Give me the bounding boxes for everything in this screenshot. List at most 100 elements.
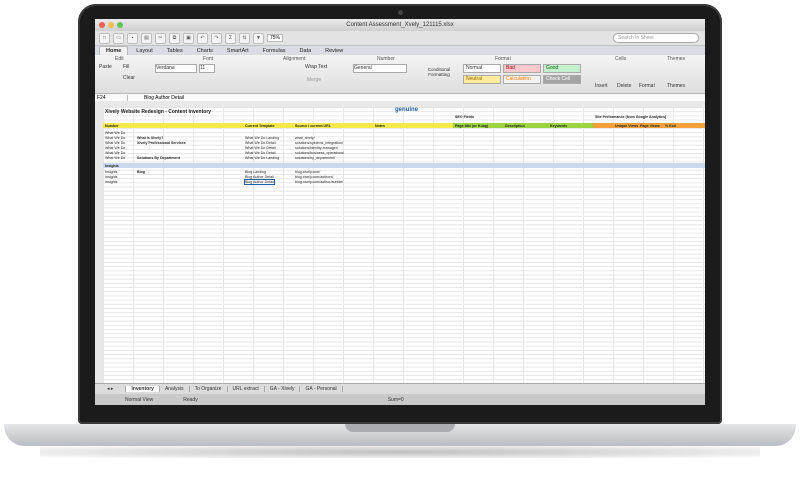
- row-cell[interactable]: What We Do: [105, 136, 125, 140]
- group-format: Format: [495, 56, 511, 62]
- clear-button[interactable]: Clear: [123, 75, 135, 81]
- tab-layout[interactable]: Layout: [130, 47, 159, 55]
- row-cell[interactable]: Blog Landing: [245, 170, 266, 174]
- cut-icon[interactable]: ✂: [155, 32, 166, 44]
- sheet-tab-inventory[interactable]: Inventory: [126, 386, 160, 392]
- fill-button[interactable]: Fill: [123, 64, 129, 70]
- cell-grid[interactable]: [103, 107, 705, 383]
- tab-review[interactable]: Review: [319, 47, 349, 55]
- performance-header: Site Performance (from Google Analytics): [595, 115, 667, 119]
- tab-tables[interactable]: Tables: [161, 47, 189, 55]
- new-icon[interactable]: □: [99, 32, 110, 44]
- sheet-tab-ga-xively[interactable]: GA - Xively: [265, 386, 301, 392]
- row-cell[interactable]: blog.xively.com/author/aurelie/: [295, 180, 343, 184]
- row-cell[interactable]: What We Do Detail: [245, 141, 276, 145]
- tab-smartart[interactable]: SmartArt: [221, 47, 255, 55]
- row-cell[interactable]: Insights: [105, 180, 117, 184]
- open-icon[interactable]: ▭: [113, 32, 124, 44]
- header-template: Current Template: [245, 124, 275, 128]
- sum-icon[interactable]: Σ: [225, 32, 236, 44]
- redo-icon[interactable]: ↷: [211, 32, 222, 44]
- style-bad[interactable]: Bad: [503, 64, 541, 73]
- wrap-text-button[interactable]: Wrap Text: [305, 64, 327, 70]
- row-cell[interactable]: Insights: [105, 170, 117, 174]
- row-cell[interactable]: blog.xively.com/authors/: [295, 175, 333, 179]
- row-section[interactable]: Insights: [105, 164, 119, 168]
- row-cell[interactable]: What We Do Landing: [245, 156, 279, 160]
- sort-icon[interactable]: ⇅: [239, 32, 250, 44]
- view-mode[interactable]: Normal View: [125, 397, 153, 403]
- row-cell[interactable]: what_xively/: [295, 136, 315, 140]
- row-cell[interactable]: Insights: [105, 175, 117, 179]
- save-icon[interactable]: ▪: [127, 32, 138, 44]
- header-band-yellow: [103, 123, 453, 128]
- themes-button[interactable]: Themes: [667, 83, 685, 89]
- tab-home[interactable]: Home: [99, 46, 129, 55]
- group-cells: Cells: [615, 56, 627, 62]
- delete-button[interactable]: Delete: [617, 83, 631, 89]
- conditional-formatting-button[interactable]: Conditional Formatting: [425, 67, 453, 77]
- number-format-select[interactable]: General: [353, 64, 407, 73]
- sheet-tab-to-organize[interactable]: To Organize: [190, 386, 228, 392]
- format-button[interactable]: Format: [639, 83, 655, 89]
- style-neutral[interactable]: Neutral: [463, 75, 501, 84]
- row-cell[interactable]: What Is Xively?: [137, 136, 163, 140]
- paste-button[interactable]: Paste: [99, 64, 112, 70]
- row-section[interactable]: What We Do: [105, 131, 125, 135]
- row-cell[interactable]: solutions/business_operations/: [295, 151, 344, 155]
- row-cell[interactable]: What We Do: [105, 141, 125, 145]
- print-icon[interactable]: ▤: [141, 32, 152, 44]
- search-input[interactable]: Search in Sheet: [613, 33, 699, 43]
- sheet-tab-analysis[interactable]: Analysis: [160, 386, 190, 392]
- ribbon: Edit Font Alignment Number Format Cells …: [95, 55, 705, 94]
- row-cell[interactable]: What We Do: [105, 146, 125, 150]
- sheet-tab-ga-personal[interactable]: GA - Personal: [300, 386, 343, 392]
- font-size-select[interactable]: 11: [199, 64, 215, 73]
- spreadsheet-grid[interactable]: Xively Website Redesign - Content Invent…: [95, 101, 705, 383]
- undo-icon[interactable]: ↶: [197, 32, 208, 44]
- group-font: Font: [203, 56, 214, 62]
- row-cell[interactable]: solutions/systems_integration/: [295, 141, 343, 145]
- header-number: Number: [105, 124, 119, 128]
- row-cell[interactable]: What We Do Detail: [245, 151, 276, 155]
- row-cell[interactable]: What We Do: [105, 151, 125, 155]
- sheet-tab-url-extract[interactable]: URL extract: [228, 386, 265, 392]
- row-cell[interactable]: solutions/by_department/: [295, 156, 335, 160]
- merge-button[interactable]: Merge: [307, 77, 321, 83]
- header-description: Description: [505, 124, 525, 128]
- sheet-tabs: ◂ ▸ Inventory Analysis To Organize URL e…: [95, 383, 705, 394]
- row-cell[interactable]: Solutions By Department: [137, 156, 180, 160]
- status-bar: Normal View Ready Sum=0: [95, 394, 705, 405]
- tab-formulas[interactable]: Formulas: [257, 47, 292, 55]
- copy-icon[interactable]: ⧉: [169, 32, 180, 44]
- title-bar: Content Assessment_Xvely_121115.xlsx: [95, 19, 705, 31]
- row-cell[interactable]: What We Do: [105, 156, 125, 160]
- style-normal[interactable]: Normal: [463, 64, 501, 73]
- header-keywords: Keywords: [550, 124, 568, 128]
- tab-data[interactable]: Data: [294, 47, 318, 55]
- style-good[interactable]: Good: [543, 64, 581, 73]
- filter-icon[interactable]: ▼: [253, 32, 264, 44]
- row-cell[interactable]: blog.xively.com/: [295, 170, 320, 174]
- row-cell[interactable]: solutions/identity-manager/: [295, 146, 338, 150]
- header-notes: Notes: [375, 124, 385, 128]
- zoom-select[interactable]: 75%: [267, 34, 284, 42]
- row-cell[interactable]: Blog Author Detail: [245, 175, 274, 179]
- ribbon-tabs: Home Layout Tables Charts SmartArt Formu…: [95, 46, 705, 55]
- sheet-nav-arrows[interactable]: ◂ ▸: [95, 386, 127, 392]
- row-cell[interactable]: What We Do Detail: [245, 146, 276, 150]
- style-calculation[interactable]: Calculation: [503, 75, 541, 84]
- header-url: Source / current URL: [295, 124, 331, 128]
- font-name-select[interactable]: Verdana: [155, 64, 197, 73]
- tab-charts[interactable]: Charts: [191, 47, 219, 55]
- screen: Content Assessment_Xvely_121115.xlsx □ ▭…: [95, 19, 705, 405]
- style-check-cell[interactable]: Check Cell: [543, 75, 581, 84]
- insert-button[interactable]: Insert: [595, 83, 608, 89]
- row-cell[interactable]: Xively Professional Services: [137, 141, 186, 145]
- selected-cell[interactable]: Blog Author Detail: [244, 179, 275, 185]
- paste-icon[interactable]: ▣: [183, 32, 194, 44]
- row-cell[interactable]: Blog: [137, 170, 145, 174]
- row-cell[interactable]: What We Do Landing: [245, 136, 279, 140]
- header-unique-views: Unique Views: [615, 124, 639, 128]
- section-band: [103, 163, 705, 168]
